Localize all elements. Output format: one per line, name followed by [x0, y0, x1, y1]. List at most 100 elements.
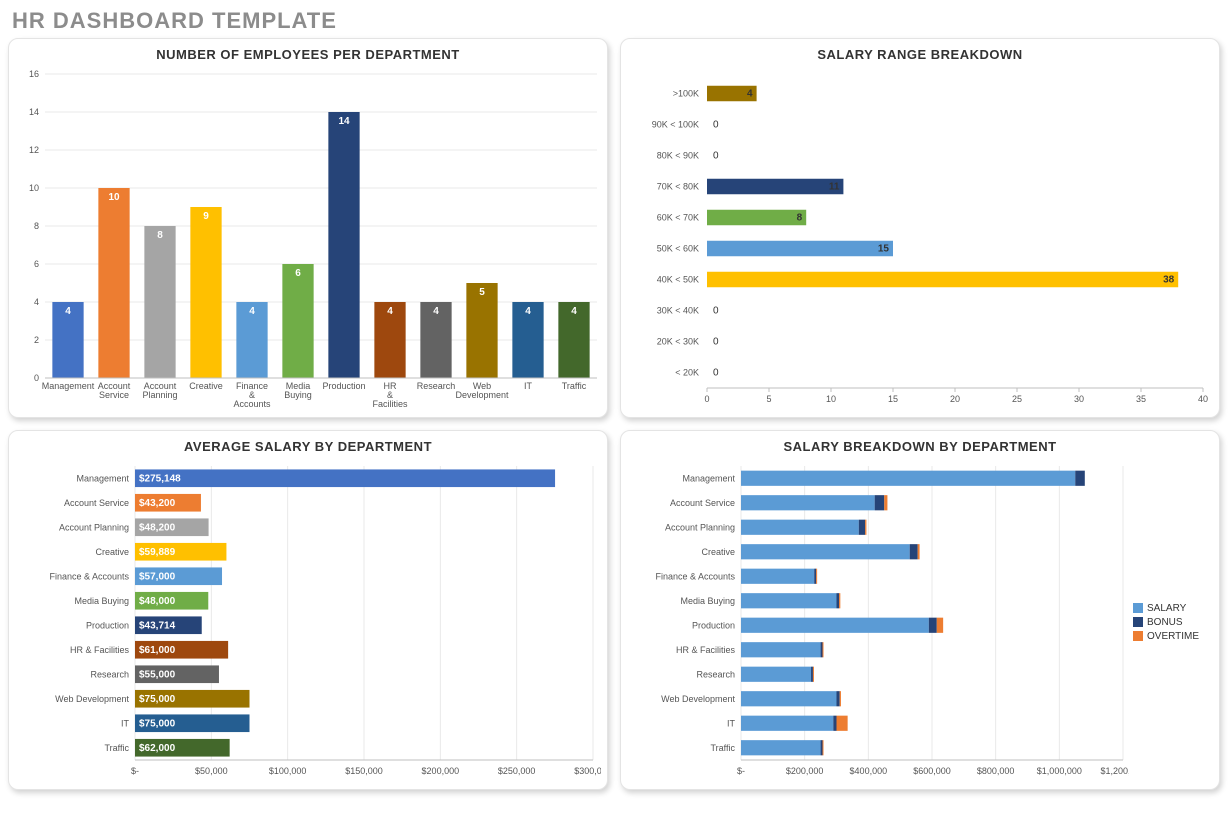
svg-text:4: 4: [65, 306, 71, 317]
svg-text:15: 15: [878, 244, 890, 255]
svg-text:$75,000: $75,000: [139, 694, 176, 705]
bar-segment: [822, 740, 823, 755]
bar: [144, 226, 175, 378]
svg-text:0: 0: [713, 337, 719, 348]
card-salary-breakdown: SALARY BREAKDOWN BY DEPARTMENT $-$200,00…: [620, 430, 1220, 790]
svg-text:$250,000: $250,000: [498, 766, 536, 776]
svg-text:14: 14: [29, 107, 39, 117]
svg-text:Media Buying: Media Buying: [680, 596, 735, 606]
svg-text:11: 11: [829, 182, 840, 193]
card-salary-range: SALARY RANGE BREAKDOWN 0510152025303540>…: [620, 38, 1220, 418]
svg-text:Finance & Accounts: Finance & Accounts: [49, 571, 129, 581]
svg-text:IT: IT: [727, 718, 736, 728]
bar-segment: [816, 569, 817, 584]
svg-text:25: 25: [1012, 394, 1022, 404]
svg-text:4: 4: [433, 306, 439, 317]
svg-text:HR & Facilities: HR & Facilities: [676, 645, 736, 655]
svg-text:Management: Management: [42, 381, 95, 391]
svg-text:30K < 40K: 30K < 40K: [657, 306, 699, 316]
svg-text:16: 16: [29, 69, 39, 79]
bar: [282, 264, 313, 378]
svg-text:$100,000: $100,000: [269, 766, 307, 776]
bar-segment: [821, 740, 823, 755]
svg-text:60K < 70K: 60K < 70K: [657, 213, 699, 223]
bar-segment: [741, 642, 821, 657]
svg-text:$1,200,000: $1,200,000: [1100, 766, 1129, 776]
legend-swatch-bonus-icon: [1133, 617, 1143, 627]
svg-text:$600,000: $600,000: [913, 766, 951, 776]
legend-item-overtime: OVERTIME: [1133, 631, 1199, 642]
bar: [98, 188, 129, 378]
bar-segment: [741, 691, 837, 706]
bar-segment: [741, 667, 811, 682]
svg-text:AccountPlanning: AccountPlanning: [142, 381, 177, 400]
svg-text:80K < 90K: 80K < 90K: [657, 151, 699, 161]
bar: [135, 469, 555, 487]
bar-segment: [1075, 471, 1085, 486]
svg-text:$800,000: $800,000: [977, 766, 1015, 776]
svg-text:4: 4: [525, 306, 531, 317]
bar-segment: [910, 544, 918, 559]
svg-text:$57,000: $57,000: [139, 571, 176, 582]
svg-text:Research: Research: [696, 669, 735, 679]
svg-text:IT: IT: [121, 718, 130, 728]
bar-segment: [813, 667, 814, 682]
svg-text:$48,200: $48,200: [139, 522, 176, 533]
svg-text:$-: $-: [737, 766, 745, 776]
bar: [707, 179, 843, 195]
svg-text:2: 2: [34, 335, 39, 345]
bar-segment: [741, 740, 821, 755]
bar-segment: [741, 569, 814, 584]
bar-segment: [814, 569, 816, 584]
svg-text:12: 12: [29, 145, 39, 155]
svg-text:5: 5: [766, 394, 771, 404]
bar: [707, 210, 806, 226]
svg-text:30: 30: [1074, 394, 1084, 404]
svg-text:MediaBuying: MediaBuying: [284, 381, 312, 400]
svg-text:90K < 100K: 90K < 100K: [652, 120, 699, 130]
svg-text:0: 0: [704, 394, 709, 404]
bar-segment: [741, 593, 837, 608]
svg-text:40K < 50K: 40K < 50K: [657, 275, 699, 285]
svg-text:Traffic: Traffic: [562, 381, 587, 391]
svg-text:Traffic: Traffic: [104, 743, 129, 753]
svg-text:$200,000: $200,000: [422, 766, 460, 776]
svg-text:8: 8: [797, 213, 803, 224]
svg-text:Production: Production: [322, 381, 365, 391]
bar-segment: [741, 544, 910, 559]
bar-segment: [741, 520, 859, 535]
legend-salary-breakdown: SALARY BONUS OVERTIME: [1133, 600, 1199, 645]
bar-segment: [875, 495, 885, 510]
svg-text:$200,000: $200,000: [786, 766, 824, 776]
svg-text:$400,000: $400,000: [850, 766, 888, 776]
bar-segment: [865, 520, 866, 535]
bar: [707, 241, 893, 257]
chart-employees-per-dept: 02468101214164Management10AccountService…: [17, 68, 601, 412]
chart-title-employees: NUMBER OF EMPLOYEES PER DEPARTMENT: [17, 47, 599, 62]
chart-salary-breakdown: $- $200,000 $400,000 $600,000 $800,000 $1,000…: [629, 460, 1129, 784]
svg-text:$43,714: $43,714: [139, 620, 176, 631]
svg-text:35: 35: [1136, 394, 1146, 404]
svg-text:40: 40: [1198, 394, 1208, 404]
svg-text:4: 4: [34, 297, 39, 307]
bar-segment: [840, 691, 841, 706]
svg-text:Web Development: Web Development: [55, 694, 129, 704]
bar-segment: [884, 495, 887, 510]
card-avg-salary: AVERAGE SALARY BY DEPARTMENT $-$50,000$1…: [8, 430, 608, 790]
chart-avg-salary: $-$50,000$100,000$150,000$200,000$250,00…: [17, 460, 601, 784]
svg-text:20: 20: [950, 394, 960, 404]
svg-text:0: 0: [713, 120, 719, 131]
svg-text:Web Development: Web Development: [661, 694, 735, 704]
svg-text:Account Service: Account Service: [670, 498, 735, 508]
svg-text:< 20K: < 20K: [675, 368, 699, 378]
svg-text:6: 6: [295, 268, 301, 279]
svg-text:Creative: Creative: [701, 547, 735, 557]
bar: [190, 207, 221, 378]
svg-text:Account Service: Account Service: [64, 498, 129, 508]
page-title: HR DASHBOARD TEMPLATE: [0, 0, 1228, 38]
svg-text:0: 0: [713, 306, 719, 317]
chart-title-avg-salary: AVERAGE SALARY BY DEPARTMENT: [17, 439, 599, 454]
svg-text:10: 10: [29, 183, 39, 193]
svg-text:Traffic: Traffic: [710, 743, 735, 753]
svg-text:$1,000,000: $1,000,000: [1037, 766, 1082, 776]
